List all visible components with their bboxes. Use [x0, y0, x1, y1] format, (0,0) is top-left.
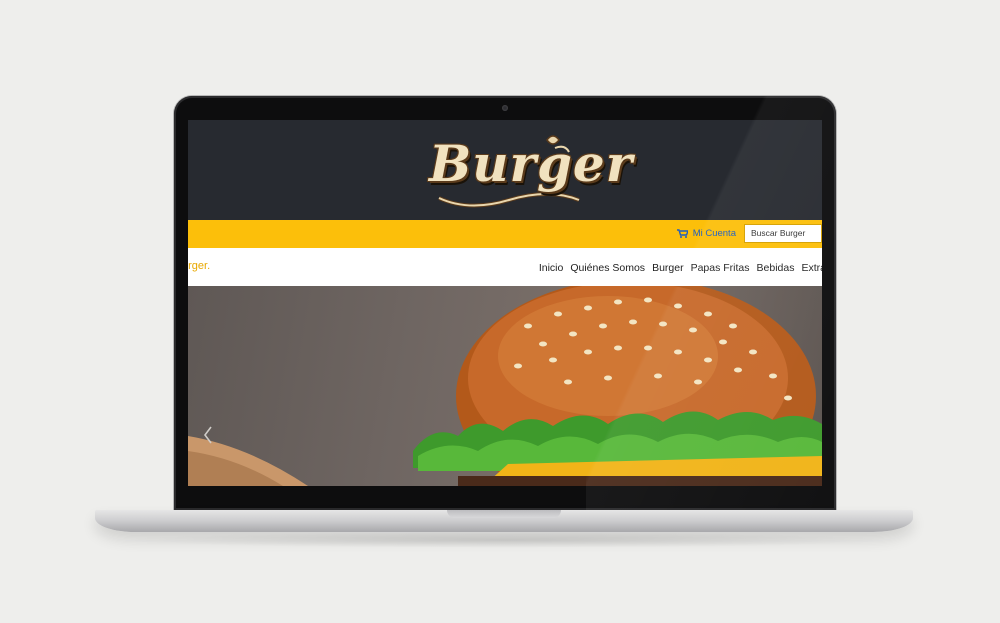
search-input[interactable]: Buscar Burger [744, 224, 822, 243]
laptop-notch [447, 510, 561, 518]
cart-icon [676, 229, 688, 238]
main-nav: urger. Inicio Quiénes Somos Burger Papas… [188, 248, 822, 286]
laptop-lid: Burger Mi Cuenta Buscar Burger urger. In… [174, 96, 836, 510]
chevron-left-icon[interactable] [202, 424, 214, 446]
nav-item-quienes-somos[interactable]: Quiénes Somos [570, 262, 645, 274]
nav-menu: Inicio Quiénes Somos Burger Papas Fritas… [539, 262, 822, 274]
laptop-screen: Burger Mi Cuenta Buscar Burger urger. In… [188, 120, 822, 486]
laptop-shadow [120, 532, 890, 548]
nav-item-extra[interactable]: Extra [801, 262, 822, 274]
hero-carousel [188, 286, 822, 486]
utility-bar: Mi Cuenta Buscar Burger [188, 220, 822, 248]
nav-item-papas-fritas[interactable]: Papas Fritas [691, 262, 750, 274]
hero-burger-image [188, 286, 822, 486]
site-header: Burger [188, 120, 822, 220]
nav-brand[interactable]: urger. [188, 260, 210, 272]
account-link[interactable]: Mi Cuenta [676, 228, 736, 239]
webcam [502, 105, 508, 111]
account-label: Mi Cuenta [692, 228, 736, 239]
nav-item-bebidas[interactable]: Bebidas [757, 262, 795, 274]
nav-item-inicio[interactable]: Inicio [539, 262, 564, 274]
nav-item-burger[interactable]: Burger [652, 262, 684, 274]
site-logo[interactable]: Burger [429, 128, 634, 212]
laptop-base [95, 510, 913, 532]
logo-text: Burger [429, 134, 634, 193]
